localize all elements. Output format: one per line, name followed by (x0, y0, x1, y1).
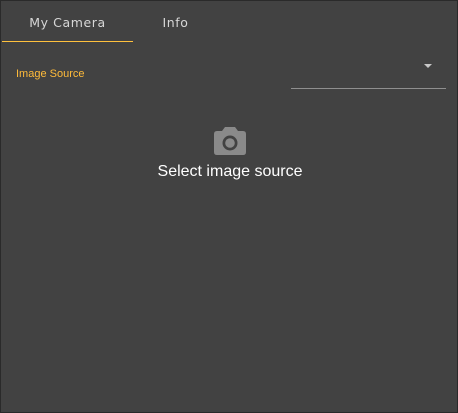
empty-state-text: Select image source (157, 163, 303, 180)
image-source-select[interactable] (291, 55, 446, 89)
image-source-label: Image Source (16, 68, 85, 80)
tab-my-camera-label: My Camera (29, 14, 106, 30)
select-underline (291, 88, 446, 89)
camera-panel: My Camera Info Image Source Select image… (0, 0, 458, 413)
tab-info-label: Info (162, 14, 189, 30)
tab-info[interactable]: Info (110, 2, 241, 42)
empty-state: Select image source (1, 127, 458, 181)
tab-bar: My Camera Info (2, 2, 264, 42)
camera-icon (214, 127, 246, 155)
dropdown-arrow-icon[interactable] (424, 64, 432, 68)
